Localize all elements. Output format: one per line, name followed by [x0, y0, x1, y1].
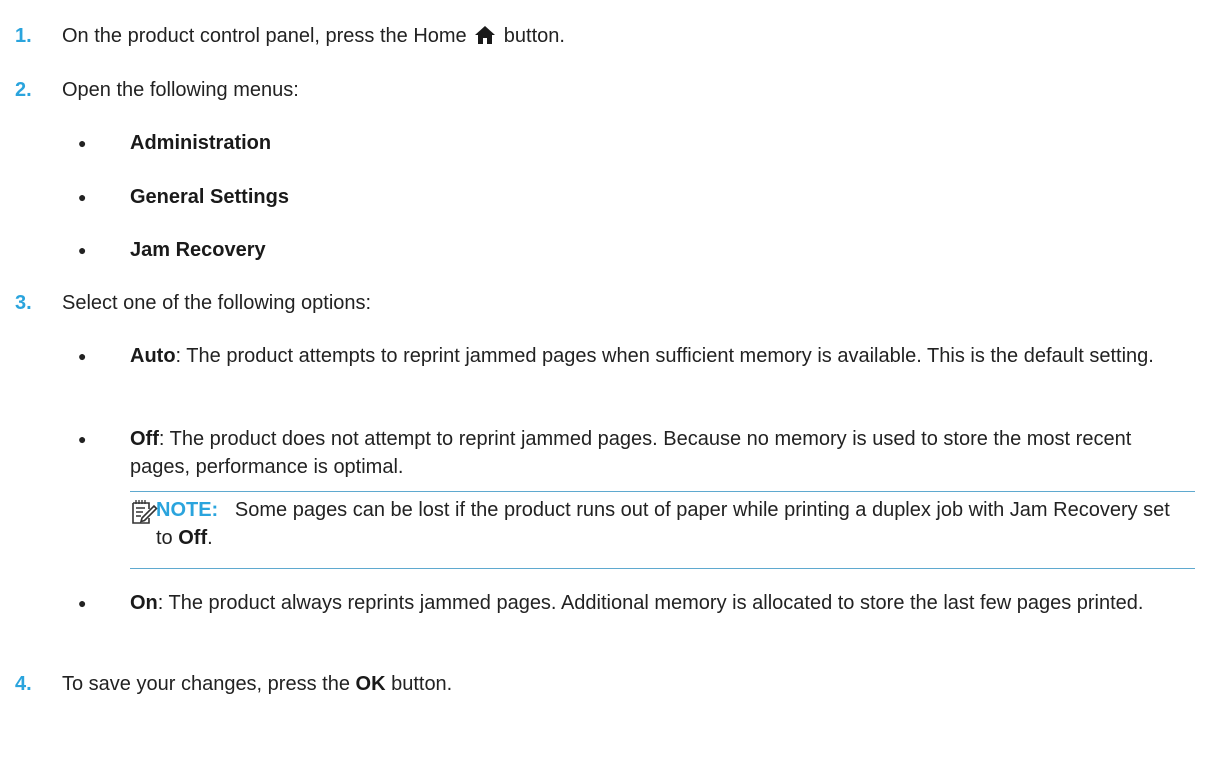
- bullet: ●: [78, 348, 87, 364]
- option-desc: : The product does not attempt to reprin…: [130, 428, 1132, 478]
- bullet: ●: [78, 189, 87, 205]
- step-text: Open the following menus:: [62, 79, 299, 101]
- step-number: 3.: [15, 292, 32, 314]
- step-number: 1.: [15, 25, 32, 47]
- option-desc: : The product always reprints jammed pag…: [157, 592, 1144, 614]
- note-box: NOTE: Some pages can be lost if the prod…: [130, 490, 1195, 574]
- step-number: 2.: [15, 79, 32, 101]
- menu-label: Administration: [130, 132, 272, 154]
- step-text: On the product control panel, press the …: [62, 25, 565, 47]
- bullet: ●: [78, 135, 87, 151]
- step-text: To save your changes, press the OK butto…: [62, 673, 453, 695]
- step-number: 4.: [15, 673, 32, 695]
- bullet: ●: [78, 242, 87, 258]
- option-desc: : The product attempts to reprint jammed…: [175, 345, 1154, 367]
- bullet: ●: [78, 431, 87, 447]
- step-text: Select one of the following options:: [62, 292, 372, 314]
- option-label: Auto: [130, 345, 176, 367]
- menu-label: General Settings: [130, 186, 289, 208]
- note-label: NOTE:: [156, 499, 219, 521]
- home-icon: [475, 26, 496, 44]
- note-bottom-rule: [130, 568, 1195, 569]
- note-text: NOTE: Some pages can be lost if the prod…: [156, 499, 1170, 549]
- option-label: Off: [130, 428, 159, 450]
- note-icon: [132, 500, 158, 524]
- bullet: ●: [78, 595, 87, 611]
- menu-label: Jam Recovery: [130, 239, 266, 261]
- note-top-rule: [130, 491, 1195, 492]
- option-label: On: [130, 592, 158, 614]
